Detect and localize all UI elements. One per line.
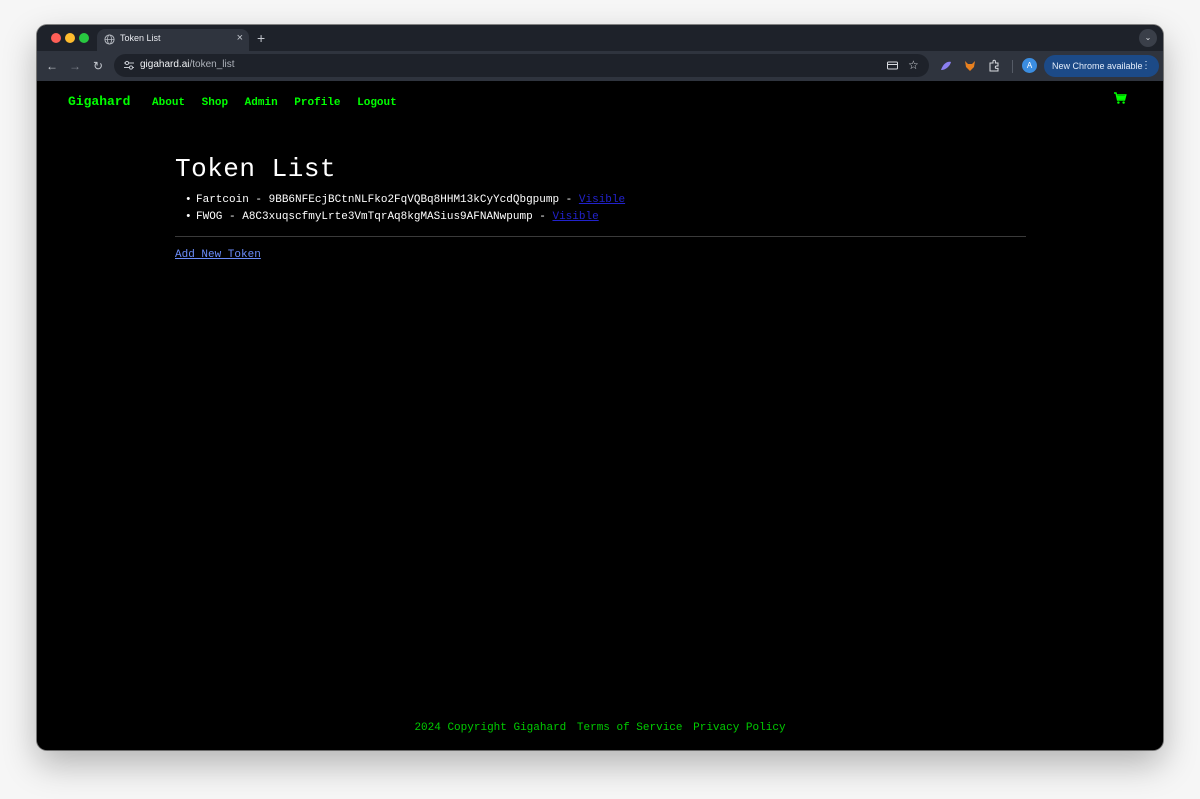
chrome-update-button[interactable]: New Chrome available ⋮ (1044, 55, 1159, 77)
tab-bar: Token List × + ⌄ (37, 25, 1163, 51)
url-text[interactable]: gigahard.ai/token_list (140, 59, 235, 70)
nav-link-logout[interactable]: Logout (357, 97, 397, 109)
token-status-link[interactable]: Visible (579, 194, 625, 206)
minimize-window-button[interactable] (65, 33, 75, 43)
token-list: Fartcoin - 9BB6NFEcjBCtnNLFko2FqVQBq8HHM… (175, 192, 1026, 226)
page-viewport: Gigahard About Shop Admin Profile Logout… (37, 81, 1163, 750)
back-arrow-icon[interactable]: ← (46, 58, 58, 74)
token-address: 9BB6NFEcjBCtnNLFko2FqVQBq8HHM13kCyYcdQbg… (268, 194, 560, 206)
brand-link[interactable]: Gigahard (68, 94, 130, 109)
token-status-link[interactable]: Visible (552, 211, 598, 223)
reload-icon[interactable]: ↻ (93, 58, 103, 74)
main-content: Token List Fartcoin - 9BB6NFEcjBCtnNLFko… (175, 154, 1026, 262)
nav-link-shop[interactable]: Shop (202, 97, 228, 109)
tune-icon[interactable] (123, 59, 135, 71)
url-path: /token_list (189, 59, 235, 70)
tab-close-icon[interactable]: × (237, 32, 243, 45)
tab-search-button[interactable]: ⌄ (1139, 29, 1157, 47)
feather-extension-icon[interactable] (939, 59, 953, 73)
add-new-token-link[interactable]: Add New Token (175, 249, 261, 261)
profile-avatar[interactable]: A (1022, 58, 1037, 73)
footer-terms-link[interactable]: Terms of Service (577, 722, 683, 734)
update-label: New Chrome available (1052, 61, 1143, 71)
globe-icon (104, 34, 115, 45)
browser-window: Token List × + ⌄ ← → ↻ gigahard.ai/token… (37, 25, 1163, 750)
token-item: FWOG - A8C3xuqscfmyLrte3VmTqrAq8kgMASius… (185, 209, 1026, 226)
bookmark-star-icon[interactable]: ☆ (908, 59, 921, 72)
kebab-menu-icon[interactable]: ⋮ (1141, 55, 1151, 77)
token-address: A8C3xuqscfmyLrte3VmTqrAq8kgMASius9AFNANw… (242, 211, 533, 223)
toolbar-separator (1012, 60, 1013, 73)
divider (175, 236, 1026, 237)
nav-link-admin[interactable]: Admin (245, 97, 278, 109)
footer-privacy-link[interactable]: Privacy Policy (693, 722, 785, 734)
browser-toolbar: ← → ↻ gigahard.ai/token_list ☆ A New Chr… (37, 51, 1163, 81)
cart-icon[interactable] (1113, 91, 1127, 105)
page-title: Token List (175, 154, 337, 184)
fox-extension-icon[interactable] (963, 59, 977, 73)
active-tab[interactable]: Token List × (97, 29, 249, 51)
token-name: Fartcoin (196, 194, 249, 206)
puzzle-extension-icon[interactable] (987, 59, 1001, 73)
maximize-window-button[interactable] (79, 33, 89, 43)
card-icon[interactable] (886, 59, 899, 72)
token-name: FWOG (196, 211, 223, 223)
address-bar[interactable]: gigahard.ai/token_list ☆ (114, 54, 929, 77)
nav-link-about[interactable]: About (152, 97, 185, 109)
close-window-button[interactable] (51, 33, 61, 43)
url-host: gigahard.ai (140, 59, 190, 70)
new-tab-button[interactable]: + (257, 30, 265, 46)
tab-title: Token List (120, 33, 161, 43)
nav-link-profile[interactable]: Profile (294, 97, 340, 109)
site-footer: 2024 Copyright Gigahard Terms of Service… (37, 722, 1163, 734)
site-nav: Gigahard About Shop Admin Profile Logout (68, 92, 404, 109)
token-item: Fartcoin - 9BB6NFEcjBCtnNLFko2FqVQBq8HHM… (185, 192, 1026, 209)
footer-copyright: 2024 Copyright Gigahard (414, 722, 567, 734)
forward-arrow-icon[interactable]: → (69, 58, 81, 74)
